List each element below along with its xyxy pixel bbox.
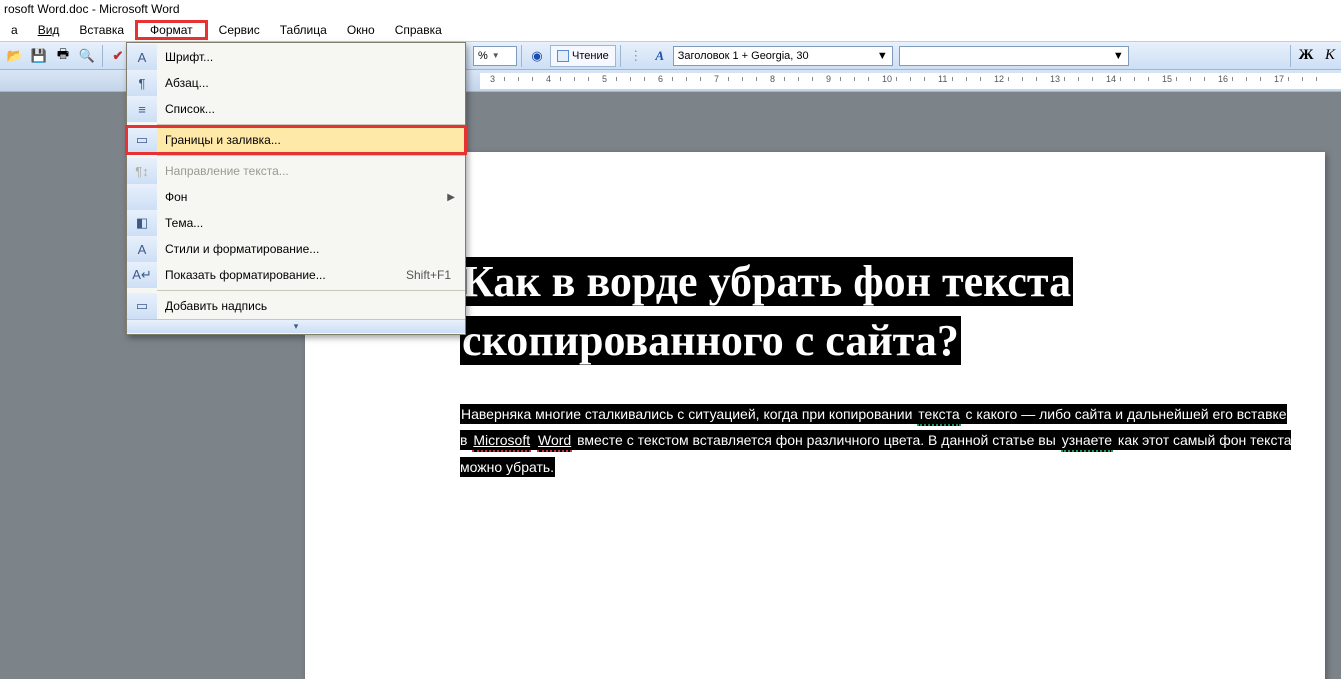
menu-item-label: Стили и форматирование... [157,242,455,256]
menu-item-icon: ¶↕ [127,158,157,184]
menu-item-icon: ≡ [127,96,157,122]
menu-item-label: Границы и заливка... [157,133,455,147]
menu-help[interactable]: Справка [386,21,451,39]
reading-label: Чтение [572,50,609,62]
print-icon[interactable]: 🖶 [52,45,74,67]
layout-icon [557,50,569,62]
menu-item-icon [127,184,157,210]
separator [1290,45,1291,67]
menu-item-шрифт-[interactable]: AШрифт... [127,44,465,70]
menu-item-стили-и-форматирование-[interactable]: AСтили и форматирование... [127,236,465,262]
document-heading[interactable]: Как в ворде убрать фон текста скопирован… [460,257,1073,365]
menu-item-shortcut: Shift+F1 [406,268,455,282]
menu-table[interactable]: Таблица [271,21,336,39]
menu-service[interactable]: Сервис [210,21,269,39]
separator [521,45,522,67]
menu-insert[interactable]: Вставка [70,21,133,39]
bold-button[interactable]: Ж [1295,45,1317,67]
menu-item-абзац-[interactable]: ¶Абзац... [127,70,465,96]
preview-icon[interactable]: 🔍 [76,45,98,67]
ruler-number: 9 [826,74,831,84]
menu-item-label: Абзац... [157,76,455,90]
menu-item-label: Фон [157,190,447,204]
menu-window[interactable]: Окно [338,21,384,39]
menu-item-icon: ▭ [127,127,157,153]
ruler-number: 3 [490,74,495,84]
ruler-number: 4 [546,74,551,84]
menubar: а Вид Вставка Формат Сервис Таблица Окно… [0,18,1341,42]
ruler-number: 13 [1050,74,1060,84]
style-value: Заголовок 1 + Georgia, 30 [678,50,809,62]
menu-item-фон[interactable]: Фон▶ [127,184,465,210]
ruler-number: 8 [770,74,775,84]
menu-item-показать-форматирование-[interactable]: A↵Показать форматирование...Shift+F1 [127,262,465,288]
ruler-number: 11 [938,74,947,84]
menu-item-направление-текста-: ¶↕Направление текста... [127,158,465,184]
menu-separator [157,124,465,125]
menu-item-тема-[interactable]: ◧Тема... [127,210,465,236]
ruler-number: 17 [1274,74,1284,84]
zoom-select[interactable]: %▼ [473,46,517,66]
help-icon[interactable]: ◉ [526,45,548,67]
titlebar: rosoft Word.doc - Microsoft Word [0,0,1341,18]
ruler-number: 16 [1218,74,1228,84]
menu-item-icon: A↵ [127,262,157,288]
menu-item-icon: A [127,44,157,70]
ruler-number: 14 [1106,74,1116,84]
style-letter-icon[interactable]: A [649,45,671,67]
menu-expand-icon[interactable]: ▾ [127,319,465,333]
ruler-number: 7 [714,74,719,84]
menu-separator [157,290,465,291]
menu-item-label: Направление текста... [157,164,455,178]
menu-item-icon: ¶ [127,70,157,96]
menu-item-icon: ◧ [127,210,157,236]
menu-format[interactable]: Формат [135,20,208,40]
menu-item-label: Шрифт... [157,50,455,64]
ruler-number: 10 [882,74,892,84]
menu-item-label: Показать форматирование... [157,268,406,282]
reading-mode-button[interactable]: Чтение [550,45,616,67]
ruler-number: 5 [602,74,607,84]
ruler-number: 12 [994,74,1004,84]
menu-item-границы-и-заливка-[interactable]: ▭Границы и заливка... [127,127,465,153]
ruler[interactable]: 3 4 5 6 7 8 9 10 11 12 13 14 15 16 17 [480,73,1341,89]
grip-icon[interactable]: ⋮ [625,45,647,67]
submenu-arrow-icon: ▶ [447,192,455,203]
menu-file[interactable]: а [2,21,27,39]
menu-view[interactable]: Вид [29,21,69,39]
font-select[interactable]: ▼ [899,46,1129,66]
document-heading-wrap: Как в ворде убрать фон текста скопирован… [460,252,1180,371]
menu-item-label: Тема... [157,216,455,230]
menu-item-icon: ▭ [127,293,157,319]
separator [102,45,103,67]
ruler-number: 15 [1162,74,1172,84]
document-body[interactable]: Наверняка многие сталкивались с ситуацие… [460,401,1295,481]
save-icon[interactable]: 💾 [28,45,50,67]
menu-item-label: Добавить надпись [157,299,455,313]
menu-separator [157,155,465,156]
open-icon[interactable]: 📂 [4,45,26,67]
menu-item-добавить-надпись[interactable]: ▭Добавить надпись [127,293,465,319]
format-dropdown: AШрифт...¶Абзац...≡Список...▭Границы и з… [126,42,466,335]
menu-item-label: Список... [157,102,455,116]
menu-item-icon: A [127,236,157,262]
window-title: rosoft Word.doc - Microsoft Word [4,2,180,16]
style-select[interactable]: Заголовок 1 + Georgia, 30 ▼ [673,46,893,66]
italic-button[interactable]: К [1319,45,1341,67]
separator [620,45,621,67]
menu-item-список-[interactable]: ≡Список... [127,96,465,122]
ruler-number: 6 [658,74,663,84]
